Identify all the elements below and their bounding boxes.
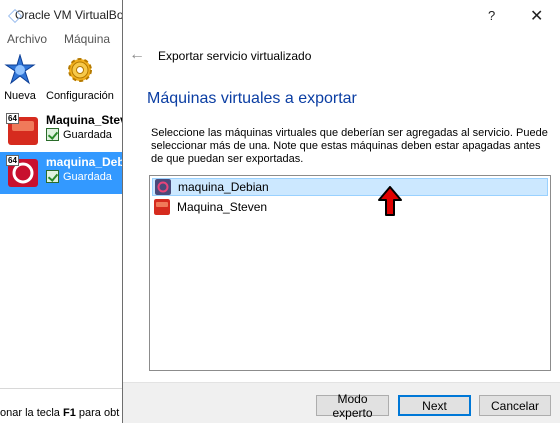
list-item-label: maquina_Debian (178, 180, 269, 194)
next-button[interactable]: Next (398, 395, 471, 416)
menu-archivo[interactable]: Archivo (7, 32, 47, 50)
configuracion-label: Configuración (46, 90, 114, 102)
dialog-titlebar: ? ✕ (123, 0, 560, 32)
vm-os-icon: 64 (6, 113, 40, 147)
red-vm-icon (154, 199, 170, 215)
menu-maquina[interactable]: Máquina (64, 32, 110, 50)
cancel-button[interactable]: Cancelar (479, 395, 551, 416)
vm-item-debian[interactable]: 64 maquina_Debian Guardada (0, 152, 142, 194)
vm-state-label: Guardada (63, 128, 112, 141)
manager-status-text: onar la tecla F1 para obt (0, 407, 122, 419)
nueva-label: Nueva (4, 90, 36, 102)
export-appliance-dialog: ? ✕ ← Exportar servicio virtualizado Máq… (122, 0, 560, 423)
close-button[interactable]: ✕ (530, 6, 543, 26)
status-key: F1 (62, 407, 76, 419)
back-arrow-icon[interactable]: ← (129, 46, 145, 64)
manager-title: Oracle VM VirtualBox (15, 8, 130, 22)
settings-gear-icon (67, 58, 92, 82)
annotation-up-arrow-icon (378, 186, 402, 216)
vm-selection-list[interactable]: maquina_Debian Maquina_Steven (149, 175, 551, 371)
help-button[interactable]: ? (488, 8, 495, 23)
vm-os-icon: 64 (6, 155, 40, 189)
expert-mode-button[interactable]: Modo experto (316, 392, 389, 420)
manager-toolbar: Nueva Configuración (0, 54, 122, 106)
saved-state-icon (46, 128, 59, 141)
manager-menubar: Archivo Máquina (0, 32, 122, 50)
configuracion-button[interactable]: Configuración (46, 54, 114, 106)
vm-64bit-badge: 64 (6, 155, 19, 166)
nueva-button[interactable]: Nueva (4, 54, 36, 106)
manager-divider (0, 388, 122, 389)
list-item-debian[interactable]: maquina_Debian (152, 178, 548, 196)
debian-swirl-icon (155, 179, 171, 195)
page-description: Seleccione las máquinas virtuales que de… (151, 127, 548, 165)
manager-titlebar: Oracle VM VirtualBox (0, 0, 130, 30)
vm-64bit-badge: 64 (6, 113, 19, 124)
status-suffix: para obt (75, 407, 120, 419)
vm-item-steven[interactable]: 64 Maquina_Steven Guardada (0, 110, 141, 152)
vm-state-label: Guardada (63, 170, 112, 183)
page-title: Máquinas virtuales a exportar (147, 90, 357, 107)
virtualbox-manager-window: Oracle VM VirtualBox Archivo Máquina Nue… (0, 0, 142, 423)
saved-state-icon (46, 170, 59, 183)
status-prefix: onar la tecla (0, 407, 63, 419)
wizard-heading: Exportar servicio virtualizado (158, 49, 312, 63)
list-item-steven[interactable]: Maquina_Steven (152, 198, 548, 216)
dialog-footer: Modo experto Next Cancelar (123, 382, 560, 423)
manager-vm-list: 64 Maquina_Steven Guardada 64 maquina_De… (0, 110, 142, 194)
list-item-label: Maquina_Steven (177, 200, 268, 214)
new-machine-icon (4, 54, 36, 85)
